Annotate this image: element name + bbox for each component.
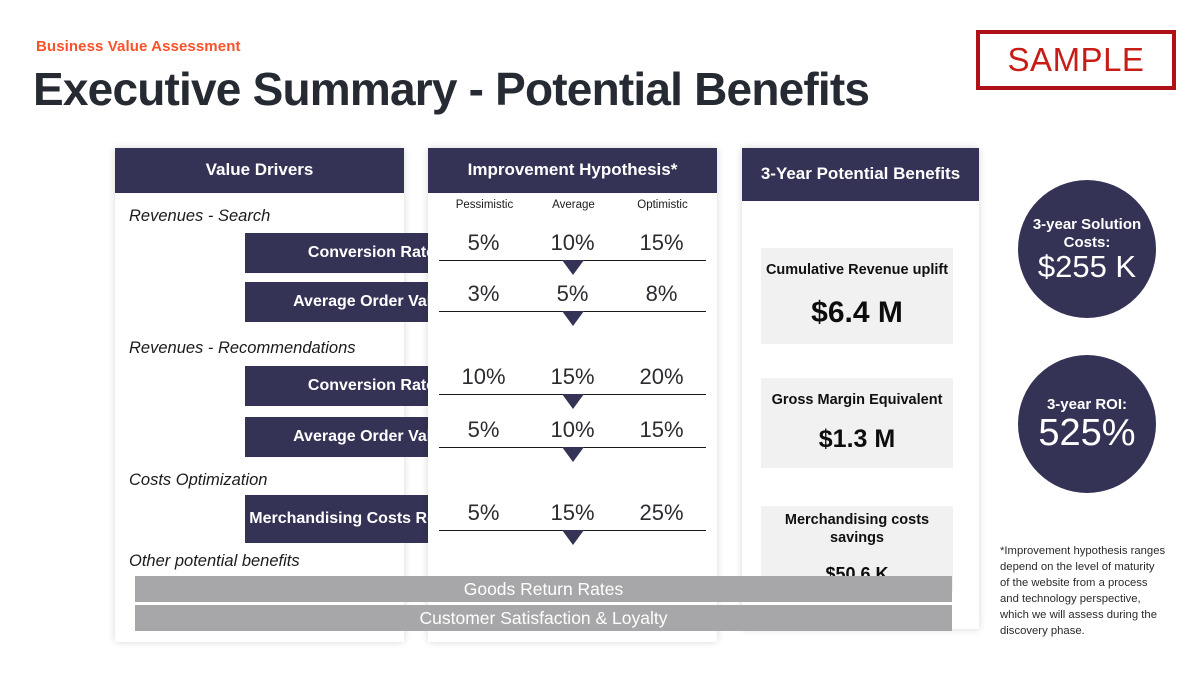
sample-stamp: SAMPLE xyxy=(976,30,1176,90)
benefit-card-value: $6.4 M xyxy=(811,295,903,329)
benefit-card-gross-margin-equivalent: Gross Margin Equivalent $1.3 M xyxy=(761,378,953,468)
sample-stamp-label: SAMPLE xyxy=(1007,41,1145,78)
hypothesis-row-2: 10% 15% 20% xyxy=(439,364,706,409)
hypothesis-value-optimistic: 8% xyxy=(645,281,678,306)
panel-three-year-benefits: 3-Year Potential Benefits Cumulative Rev… xyxy=(742,148,979,629)
hypothesis-value-average: 15% xyxy=(550,364,595,389)
kpi-circle-solution-costs: 3-year Solution Costs: $255 K xyxy=(1018,180,1156,318)
driver-group-label-1: Revenues - Recommendations xyxy=(129,339,356,357)
driver-bar-label: Conversion Rate xyxy=(307,376,436,394)
eyebrow-label: Business Value Assessment xyxy=(36,38,241,55)
hypothesis-average-marker-icon xyxy=(561,311,584,326)
hypothesis-value-pessimistic: 5% xyxy=(467,500,500,525)
value-drivers-header: Value Drivers xyxy=(115,148,404,193)
hypothesis-value-average: 10% xyxy=(550,417,595,442)
benefits-body: Cumulative Revenue uplift $6.4 M Gross M… xyxy=(742,201,979,629)
hypothesis-range-line xyxy=(439,394,706,409)
improvement-hypothesis-header: Improvement Hypothesis* xyxy=(428,148,717,193)
hypothesis-value-average: 15% xyxy=(550,500,595,525)
hypothesis-range-line xyxy=(439,311,706,326)
hypothesis-value-pessimistic: 5% xyxy=(467,230,500,255)
driver-group-label-0: Revenues - Search xyxy=(129,207,271,225)
panel-improvement-hypothesis: Improvement Hypothesis* Pessimistic Aver… xyxy=(428,148,717,642)
benefit-card-title: Gross Margin Equivalent xyxy=(771,391,943,408)
hypothesis-values: 3% 5% 8% xyxy=(439,281,706,307)
driver-bar-label: Conversion Rate xyxy=(307,243,436,261)
other-benefit-label: Customer Satisfaction & Loyalty xyxy=(419,607,668,628)
driver-bar-label: Average Order Value xyxy=(293,292,450,310)
hypothesis-average-marker-icon xyxy=(561,394,584,409)
kpi-label: 3-year ROI: xyxy=(1046,396,1128,414)
benefit-card-title: Cumulative Revenue uplift xyxy=(765,262,949,279)
panel-value-drivers: Value Drivers Revenues - Search Conversi… xyxy=(115,148,498,642)
other-benefit-bar-goods-return-rates: Goods Return Rates xyxy=(135,576,952,602)
hypothesis-average-marker-icon xyxy=(561,260,584,275)
benefit-card-cumulative-revenue-uplift: Cumulative Revenue uplift $6.4 M xyxy=(761,248,953,344)
hypothesis-row-1: 3% 5% 8% xyxy=(439,281,706,326)
hypothesis-average-marker-icon xyxy=(561,447,584,462)
hypothesis-values: 5% 10% 15% xyxy=(439,230,706,256)
kpi-value: 525% xyxy=(1038,411,1136,454)
hypothesis-row-3: 5% 10% 15% xyxy=(439,417,706,462)
hypothesis-range-line xyxy=(439,530,706,545)
driver-bar-label: Average Order Value xyxy=(293,427,450,445)
hypothesis-value-average: 10% xyxy=(550,230,595,255)
hypothesis-range-line xyxy=(439,260,706,275)
page-title: Executive Summary - Potential Benefits xyxy=(33,63,870,115)
kpi-value: $255 K xyxy=(1037,248,1137,284)
hypothesis-values: 5% 15% 25% xyxy=(439,500,706,526)
other-benefit-label: Goods Return Rates xyxy=(463,578,624,599)
hypothesis-value-optimistic: 15% xyxy=(639,230,684,255)
hypothesis-body: 5% 10% 15% 3% 5% 8% 10% 15% 20% 5% 10% 1… xyxy=(428,193,717,642)
hypothesis-average-marker-icon xyxy=(561,530,584,545)
other-benefit-bar-customer-satisfaction: Customer Satisfaction & Loyalty xyxy=(135,605,952,631)
hypothesis-row-4: 5% 15% 25% xyxy=(439,500,706,545)
footnote-text: *Improvement hypothesis ranges depend on… xyxy=(1000,545,1166,638)
hypothesis-range-line xyxy=(439,447,706,462)
hypothesis-row-0: 5% 10% 15% xyxy=(439,230,706,275)
hypothesis-value-optimistic: 15% xyxy=(639,417,684,442)
benefit-card-title: Merchandising costs savings xyxy=(784,511,930,546)
hypothesis-value-pessimistic: 10% xyxy=(461,364,506,389)
hypothesis-values: 10% 15% 20% xyxy=(439,364,706,390)
kpi-label: 3-year Solution Costs: xyxy=(1032,216,1142,251)
kpi-circle-roi: 3-year ROI: 525% xyxy=(1018,355,1156,493)
hypothesis-value-average: 5% xyxy=(556,281,589,306)
hypothesis-value-pessimistic: 5% xyxy=(467,417,500,442)
value-drivers-body: Revenues - Search Conversion Rate Averag… xyxy=(115,193,498,642)
hypothesis-values: 5% 10% 15% xyxy=(439,417,706,443)
three-year-benefits-header: 3-Year Potential Benefits xyxy=(742,148,979,201)
hypothesis-value-optimistic: 20% xyxy=(639,364,684,389)
slide-canvas: Business Value Assessment Executive Summ… xyxy=(0,0,1200,675)
hypothesis-value-optimistic: 25% xyxy=(639,500,684,525)
benefit-card-value: $1.3 M xyxy=(818,425,896,454)
driver-group-label-3: Other potential benefits xyxy=(129,552,300,570)
driver-group-label-2: Costs Optimization xyxy=(129,471,268,489)
hypothesis-value-pessimistic: 3% xyxy=(467,281,500,306)
